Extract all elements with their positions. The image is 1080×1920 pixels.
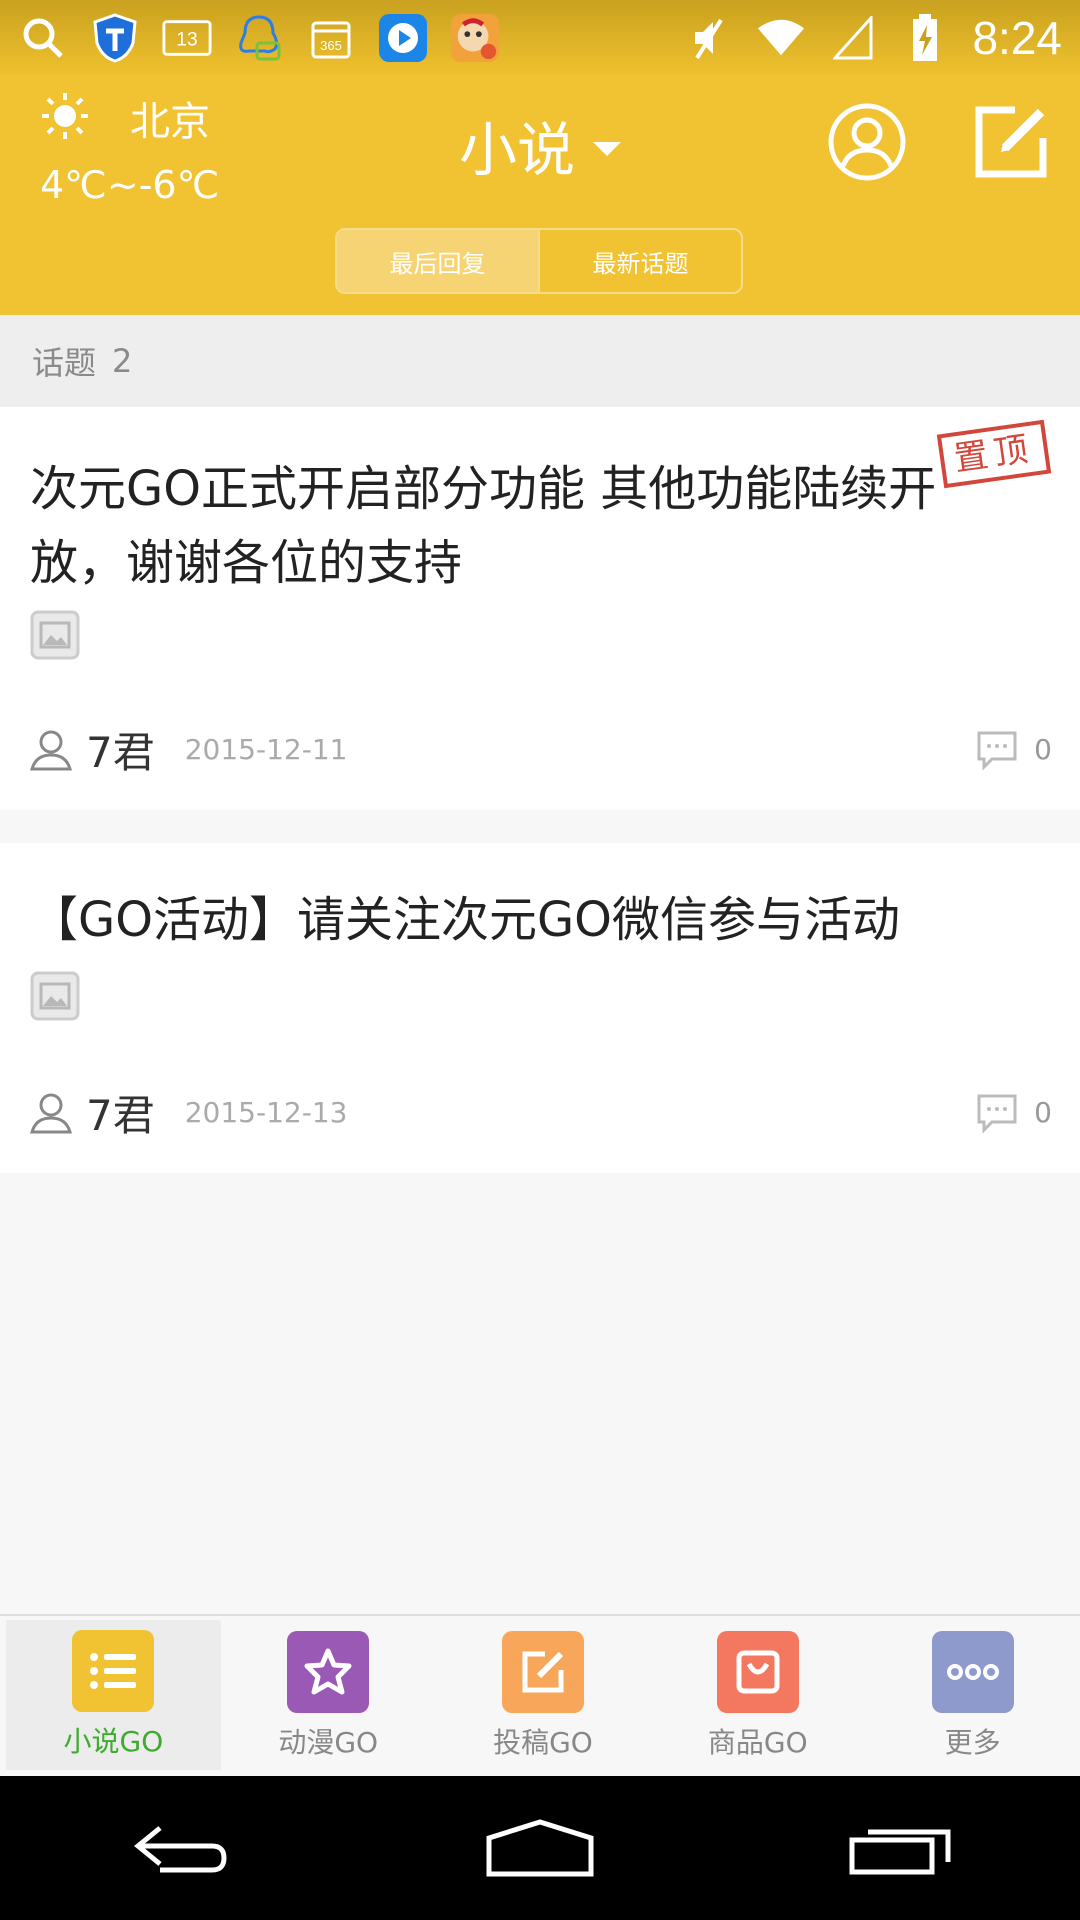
- tab-last-reply[interactable]: 最后回复: [337, 230, 538, 292]
- nav-label: 小说GO: [63, 1725, 164, 1758]
- profile-button[interactable]: [826, 101, 908, 183]
- category-selector[interactable]: 小说: [0, 103, 1080, 187]
- notification-badge: 13: [176, 29, 197, 50]
- calendar-icon: 365: [306, 13, 356, 63]
- sticky-stamp: 置顶: [936, 419, 1052, 489]
- qq-chat-icon: [234, 13, 284, 63]
- user-icon: [28, 727, 74, 773]
- mute-icon: [684, 13, 734, 63]
- post-author[interactable]: 7君: [86, 719, 155, 780]
- topic-count-bar: 话题 2: [0, 315, 1080, 407]
- post-date: 2015-12-13: [184, 1096, 348, 1129]
- topic-label: 话题: [32, 344, 97, 382]
- post-card[interactable]: 【GO活动】请关注次元GO微信参与活动 7君 2015-12-13 0: [0, 843, 1080, 1173]
- bag-icon: [716, 1631, 799, 1713]
- nav-item-novel[interactable]: 小说GO: [6, 1620, 221, 1770]
- nav-label: 动漫GO: [278, 1726, 379, 1759]
- nav-item-more[interactable]: 更多: [865, 1616, 1080, 1776]
- tab-newest-topics[interactable]: 最新话题: [538, 230, 741, 292]
- notification-count-icon: 13: [162, 13, 212, 63]
- shield-icon: [90, 12, 140, 63]
- app-header: 北京 4℃~-6℃ 小说 最后回复 最新话题: [0, 75, 1080, 315]
- comment-count: 0: [976, 1093, 1052, 1133]
- sort-tabs: 最后回复 最新话题: [335, 228, 743, 294]
- cell-signal-icon: [828, 13, 878, 63]
- compose-button[interactable]: [970, 101, 1052, 183]
- post-title: 【GO活动】请关注次元GO微信参与活动: [30, 892, 900, 948]
- nav-label: 更多: [944, 1726, 1001, 1759]
- page-title: 小说: [458, 116, 575, 184]
- post-meta: 7君 2015-12-11 0: [28, 719, 1052, 780]
- post-date: 2015-12-11: [184, 733, 348, 766]
- user-icon: [828, 103, 906, 181]
- home-icon: [486, 1819, 594, 1877]
- wifi-icon: [756, 13, 806, 63]
- recents-icon: [849, 1829, 951, 1875]
- calendar-badge: 365: [320, 38, 342, 53]
- nav-item-anime[interactable]: 动漫GO: [221, 1616, 436, 1776]
- comment-icon: [977, 1094, 1017, 1133]
- post-author[interactable]: 7君: [86, 1082, 155, 1143]
- back-button[interactable]: [120, 1808, 240, 1888]
- compose-icon: [975, 106, 1047, 178]
- user-icon: [28, 1090, 74, 1136]
- home-button[interactable]: [480, 1808, 600, 1888]
- list-icon: [72, 1630, 155, 1712]
- more-icon: [931, 1631, 1014, 1713]
- status-time: 8:24: [972, 11, 1062, 64]
- status-bar: 13 365 8:24: [0, 0, 1080, 75]
- back-arrow-icon: [134, 1826, 227, 1873]
- video-player-icon: [378, 13, 428, 63]
- nav-label: 商品GO: [707, 1726, 808, 1759]
- game-app-icon: [450, 13, 500, 63]
- comment-count-value: 0: [1034, 1096, 1052, 1129]
- topic-count: 2: [112, 342, 133, 380]
- nav-item-goods[interactable]: 商品GO: [650, 1616, 865, 1776]
- comment-count: 0: [976, 730, 1052, 770]
- battery-charging-icon: [900, 13, 950, 63]
- bottom-nav: 小说GO 动漫GO 投稿GO 商品GO 更多: [0, 1614, 1080, 1776]
- post-title: 次元GO正式开启部分功能 其他功能陆续开放，谢谢各位的支持: [30, 461, 937, 591]
- image-attachment-icon: [30, 971, 80, 1021]
- comment-count-value: 0: [1034, 733, 1052, 766]
- search-icon: [18, 13, 68, 63]
- nav-item-submit[interactable]: 投稿GO: [436, 1616, 651, 1776]
- chevron-down-icon: [593, 142, 621, 156]
- post-meta: 7君 2015-12-13 0: [28, 1082, 1052, 1143]
- recents-button[interactable]: [840, 1808, 960, 1888]
- nav-label: 投稿GO: [493, 1726, 593, 1759]
- edit-icon: [501, 1631, 584, 1713]
- system-nav-bar: [0, 1776, 1080, 1920]
- star-icon: [287, 1631, 370, 1713]
- post-card[interactable]: 次元GO正式开启部分功能 其他功能陆续开放，谢谢各位的支持 置顶 7君 2015…: [0, 407, 1080, 810]
- image-attachment-icon: [30, 610, 80, 660]
- comment-icon: [977, 731, 1017, 770]
